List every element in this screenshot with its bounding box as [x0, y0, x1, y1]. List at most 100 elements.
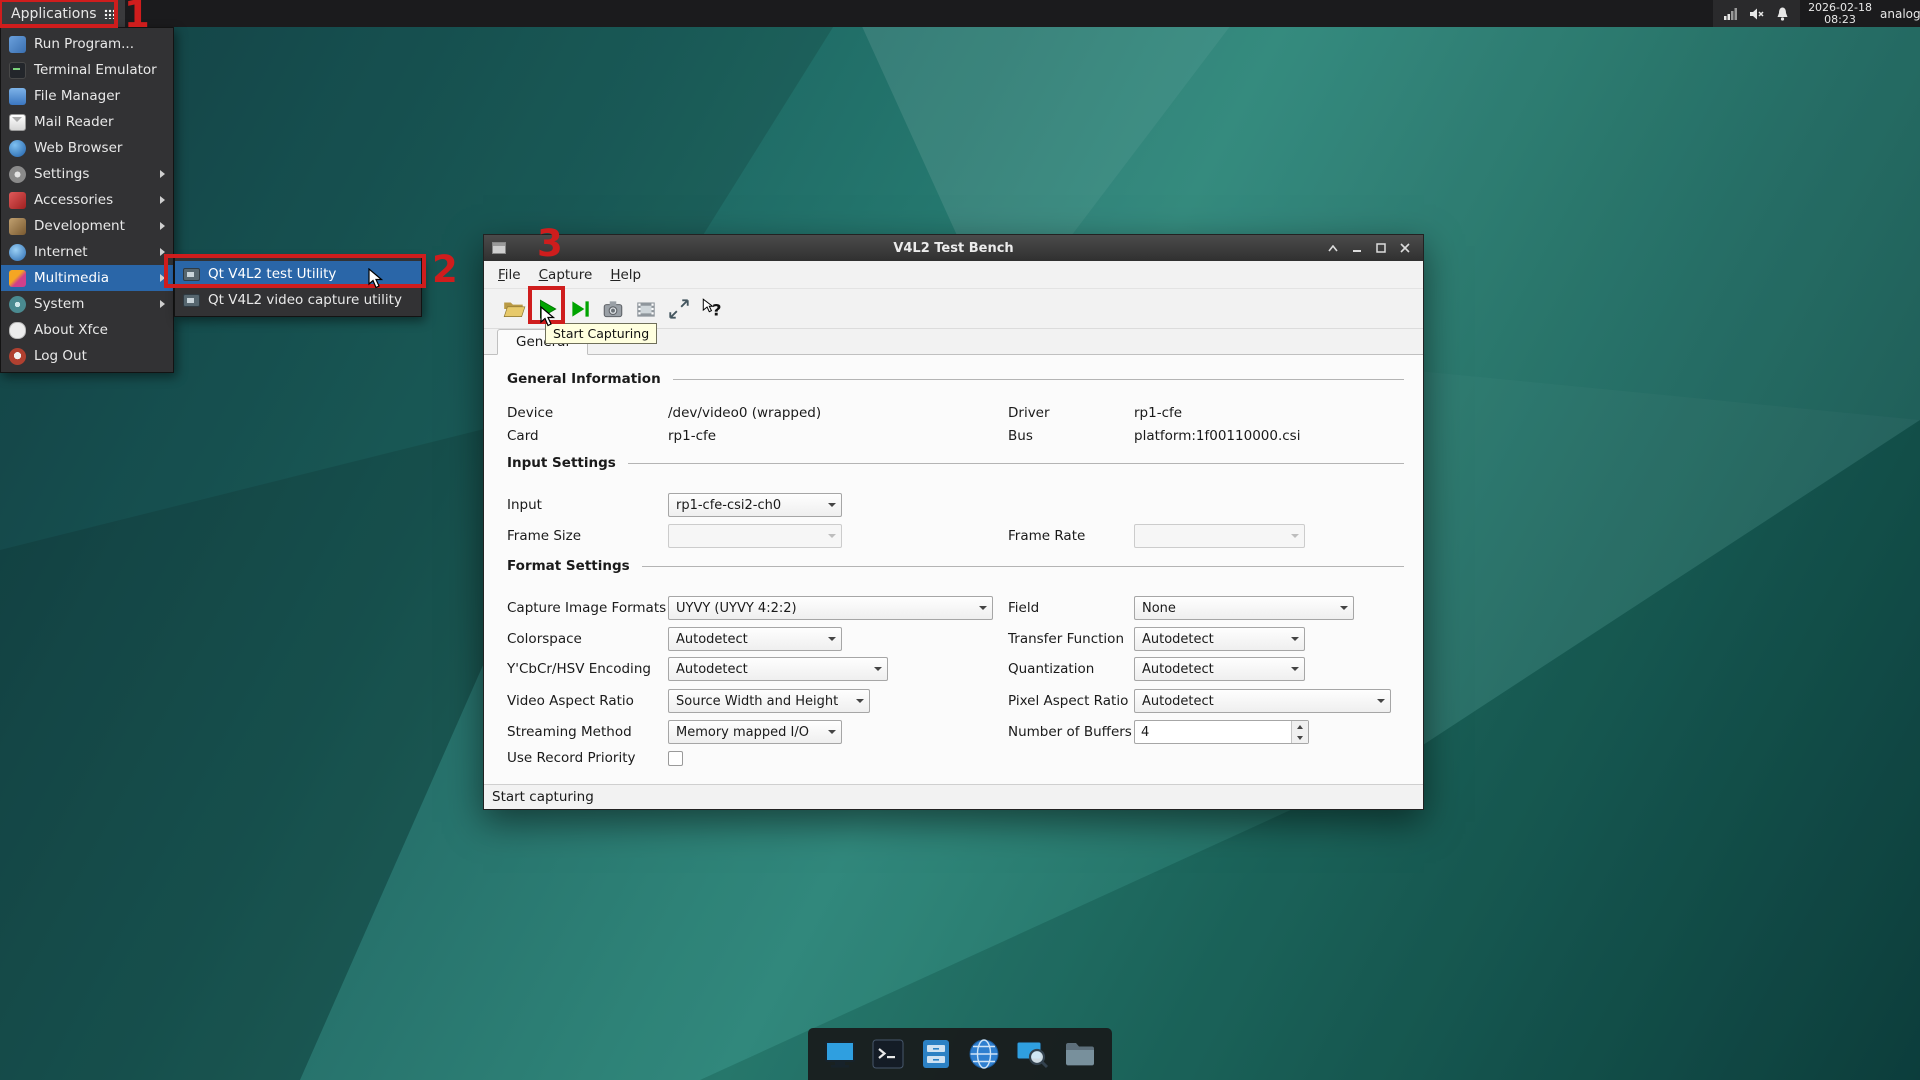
menu-item-label: Log Out [34, 348, 87, 364]
window-title: V4L2 Test Bench [484, 241, 1423, 256]
resize-to-frame-button[interactable] [665, 295, 693, 323]
terminal-icon [9, 62, 26, 79]
settings-icon [9, 166, 26, 183]
submenu-arrow-icon [160, 196, 165, 204]
ycbcr-encoding-label: Y'CbCr/HSV Encoding [507, 661, 668, 677]
field-select[interactable]: None [1134, 596, 1354, 620]
dock-screenshot-button[interactable] [1013, 1035, 1051, 1073]
use-record-priority-checkbox[interactable] [668, 751, 683, 766]
spinner-up-icon[interactable] [1292, 721, 1308, 732]
annotation-box-1 [0, 0, 118, 28]
section-general-information: General Information [507, 369, 1404, 389]
chevron-down-icon [974, 606, 992, 610]
clock[interactable]: 2026-02-18 08:23 [1800, 2, 1880, 26]
spinner-down-icon[interactable] [1292, 732, 1308, 743]
camera-icon [601, 297, 625, 321]
capture-image-formats-label: Capture Image Formats [507, 600, 668, 616]
menu-file[interactable]: File [489, 264, 530, 286]
section-heading: Input Settings [507, 455, 616, 471]
colorspace-value: Autodetect [676, 632, 748, 647]
menu-item-development[interactable]: Development [1, 213, 173, 239]
whats-this-button[interactable]: ? [698, 295, 726, 323]
shade-button[interactable] [1323, 239, 1343, 257]
quantization-select[interactable]: Autodetect [1134, 657, 1305, 681]
input-select-value: rp1-cfe-csi2-ch0 [676, 498, 781, 513]
make-snapshot-button[interactable] [599, 295, 627, 323]
window-menubar: File Capture Help [484, 261, 1423, 289]
capture-image-formats-select[interactable]: UYVY (UYVY 4:2:2) [668, 596, 993, 620]
record-raw-button[interactable] [632, 295, 660, 323]
menu-item-web-browser[interactable]: Web Browser [1, 135, 173, 161]
dock-terminal-button[interactable] [869, 1035, 907, 1073]
chevron-down-icon [1286, 637, 1304, 641]
submenu-arrow-icon [160, 170, 165, 178]
transfer-function-select[interactable]: Autodetect [1134, 627, 1305, 651]
input-select[interactable]: rp1-cfe-csi2-ch0 [668, 493, 842, 517]
status-bar: Start capturing [484, 784, 1423, 809]
menu-item-label: Internet [34, 244, 88, 260]
ycbcr-encoding-select[interactable]: Autodetect [668, 657, 888, 681]
device-value: /dev/video0 (wrapped) [668, 405, 1008, 421]
panel-right: 2026-02-18 08:23 analog [1713, 0, 1920, 27]
mouse-cursor [368, 268, 385, 290]
ycbcr-quantization-row: Y'CbCr/HSV Encoding Autodetect Quantizat… [507, 657, 1404, 681]
folder-open-icon [502, 297, 526, 321]
device-label: Device [507, 405, 668, 421]
help-cursor-icon: ? [700, 297, 724, 321]
qt-v4l2-app-icon [183, 294, 200, 307]
menu-help[interactable]: Help [601, 264, 650, 286]
notifications-bell-icon[interactable] [1775, 6, 1790, 22]
submenu-arrow-icon [160, 222, 165, 230]
streaming-method-label: Streaming Method [507, 724, 668, 740]
menu-item-terminal-emulator[interactable]: Terminal Emulator [1, 57, 173, 83]
menu-item-internet[interactable]: Internet [1, 239, 173, 265]
card-label: Card [507, 428, 668, 444]
panel-clipped-label: analog [1880, 7, 1920, 21]
section-heading: Format Settings [507, 558, 630, 574]
mail-icon [9, 114, 26, 131]
field-label: Field [1008, 600, 1134, 616]
menu-item-label: Development [34, 218, 125, 234]
submenu-item-qt-v4l2-video-capture[interactable]: Qt V4L2 video capture utility [175, 287, 421, 313]
dock-folder-button[interactable] [1061, 1035, 1099, 1073]
internet-icon [9, 244, 26, 261]
menu-item-about-xfce[interactable]: About Xfce [1, 317, 173, 343]
bus-label: Bus [1008, 428, 1134, 444]
maximize-button[interactable] [1371, 239, 1391, 257]
menu-item-log-out[interactable]: Log Out [1, 343, 173, 369]
frame-rate-select [1134, 524, 1305, 548]
window-titlebar[interactable]: V4L2 Test Bench [484, 235, 1423, 261]
card-bus-row: Card rp1-cfe Bus platform:1f00110000.csi [507, 424, 1404, 448]
open-file-button[interactable] [500, 295, 528, 323]
close-button[interactable] [1395, 239, 1415, 257]
system-tray [1713, 0, 1800, 27]
globe-icon [966, 1036, 1002, 1072]
number-of-buffers-label: Number of Buffers [1008, 724, 1134, 740]
menu-item-settings[interactable]: Settings [1, 161, 173, 187]
video-aspect-ratio-select[interactable]: Source Width and Height [668, 689, 870, 713]
network-signal-icon[interactable] [1723, 6, 1739, 22]
colorspace-select[interactable]: Autodetect [668, 627, 842, 651]
menu-item-multimedia[interactable]: Multimedia [1, 265, 173, 291]
pixel-aspect-ratio-value: Autodetect [1142, 694, 1214, 709]
chevron-down-icon [1286, 534, 1304, 538]
chevron-down-icon [823, 637, 841, 641]
menu-item-accessories[interactable]: Accessories [1, 187, 173, 213]
menu-item-mail-reader[interactable]: Mail Reader [1, 109, 173, 135]
number-of-buffers-spinner[interactable]: 4 [1134, 720, 1309, 744]
dock-file-manager-button[interactable] [917, 1035, 955, 1073]
dock-web-browser-button[interactable] [965, 1035, 1003, 1073]
minimize-button[interactable] [1347, 239, 1367, 257]
menu-capture[interactable]: Capture [530, 264, 602, 286]
volume-muted-icon[interactable] [1749, 6, 1765, 22]
streaming-method-select[interactable]: Memory mapped I/O [668, 720, 842, 744]
menu-item-label: File Manager [34, 88, 120, 104]
menu-item-label: Web Browser [34, 140, 122, 156]
menu-item-system[interactable]: System [1, 291, 173, 317]
menu-item-file-manager[interactable]: File Manager [1, 83, 173, 109]
pixel-aspect-ratio-select[interactable]: Autodetect [1134, 689, 1391, 713]
play-bar-icon [568, 297, 592, 321]
show-frames-button[interactable] [566, 295, 594, 323]
dock-desktop-button[interactable] [821, 1035, 859, 1073]
section-input-settings: Input Settings [507, 453, 1404, 473]
